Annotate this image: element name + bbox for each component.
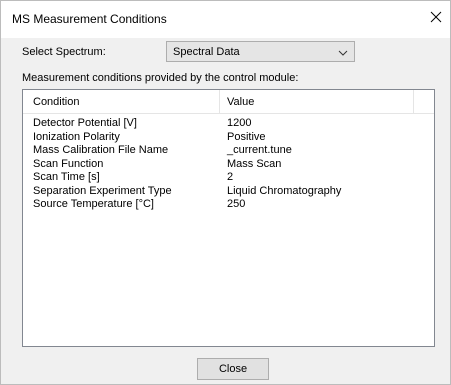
list-rows: Detector Potential [V] 1200 Ionization P…	[23, 117, 434, 212]
list-header: Condition Value	[23, 90, 434, 114]
dialog-window: MS Measurement Conditions Select Spectru…	[0, 0, 451, 385]
column-header-value[interactable]: Value	[219, 90, 413, 113]
list-item[interactable]: Mass Calibration File Name _current.tune	[23, 144, 434, 158]
close-icon[interactable]	[428, 9, 444, 25]
spectrum-dropdown[interactable]: Spectral Data	[166, 41, 355, 62]
column-header-condition[interactable]: Condition	[23, 90, 219, 113]
select-spectrum-label: Select Spectrum:	[22, 46, 106, 58]
chevron-down-icon	[338, 48, 348, 56]
spectrum-dropdown-value: Spectral Data	[173, 46, 240, 58]
list-item[interactable]: Detector Potential [V] 1200	[23, 117, 434, 131]
title-bar: MS Measurement Conditions	[1, 1, 450, 38]
list-item[interactable]: Ionization Polarity Positive	[23, 131, 434, 145]
dialog-title: MS Measurement Conditions	[12, 12, 167, 26]
conditions-list[interactable]: Condition Value Detector Potential [V] 1…	[22, 89, 435, 347]
list-item[interactable]: Scan Time [s] 2	[23, 171, 434, 185]
column-separator[interactable]	[413, 90, 414, 113]
list-item[interactable]: Source Temperature [°C] 250	[23, 198, 434, 212]
close-button[interactable]: Close	[197, 358, 269, 380]
list-item[interactable]: Scan Function Mass Scan	[23, 158, 434, 172]
conditions-section-label: Measurement conditions provided by the c…	[22, 72, 299, 84]
list-item[interactable]: Separation Experiment Type Liquid Chroma…	[23, 185, 434, 199]
